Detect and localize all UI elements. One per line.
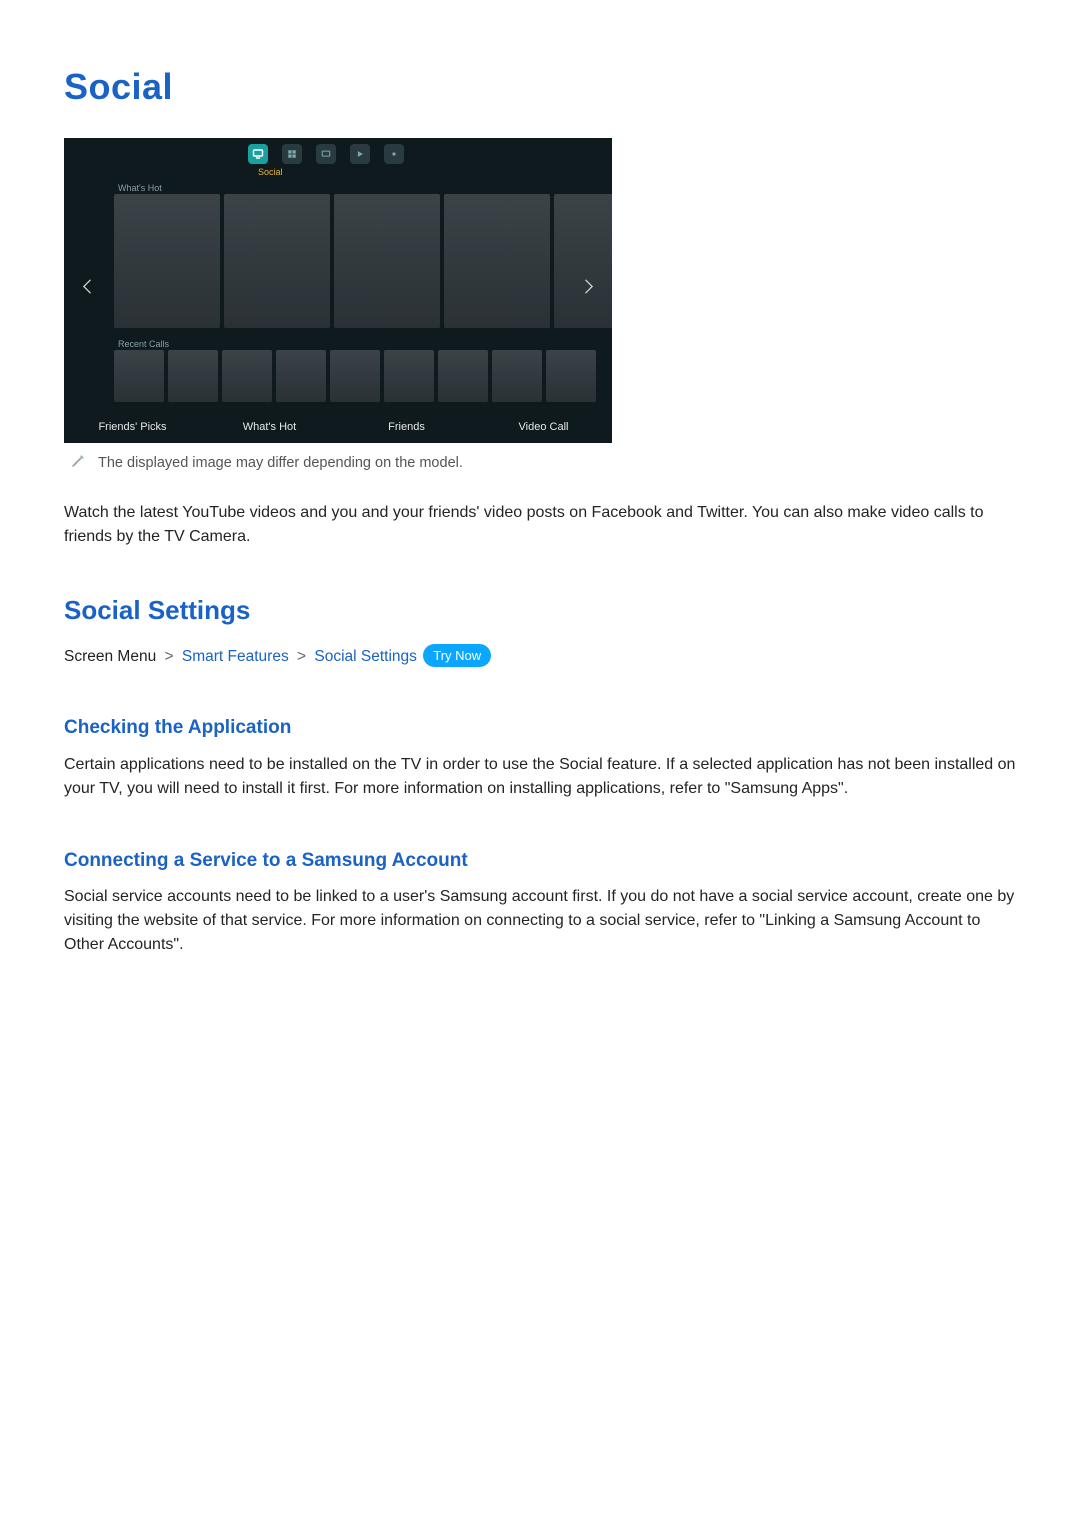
try-now-button[interactable]: Try Now: [423, 644, 491, 668]
tab-friends-picks: Friends' Picks: [64, 419, 201, 436]
chevron-left-icon: [78, 272, 98, 309]
tv-top-nav: [248, 144, 404, 164]
breadcrumb-social-settings[interactable]: Social Settings: [314, 648, 417, 665]
image-note-text: The displayed image may differ depending…: [98, 453, 463, 475]
chevron-right-icon: [578, 272, 598, 309]
image-note: The displayed image may differ depending…: [64, 443, 1016, 477]
checking-application-heading: Checking the Application: [64, 714, 1016, 743]
pencil-icon: [70, 453, 86, 477]
tab-friends: Friends: [338, 419, 475, 436]
breadcrumb-sep: >: [297, 648, 306, 665]
call-tile: [168, 350, 218, 402]
nav-gear-icon: [384, 144, 404, 164]
call-tile: [222, 350, 272, 402]
connecting-service-heading: Connecting a Service to a Samsung Accoun…: [64, 847, 1016, 876]
breadcrumb: Screen Menu > Smart Features > Social Se…: [64, 644, 1016, 668]
connecting-service-text: Social service accounts need to be linke…: [64, 885, 1016, 957]
call-tile: [330, 350, 380, 402]
page-title: Social: [64, 60, 1016, 114]
tab-video-call: Video Call: [475, 419, 612, 436]
tv-bottom-tabs: Friends' Picks What's Hot Friends Video …: [64, 419, 612, 436]
call-tile: [114, 350, 164, 402]
call-tile: [546, 350, 596, 402]
recent-calls-tiles: [114, 350, 596, 402]
tab-whats-hot: What's Hot: [201, 419, 338, 436]
whats-hot-tiles: [114, 194, 612, 328]
call-tile: [384, 350, 434, 402]
call-tile: [492, 350, 542, 402]
breadcrumb-root: Screen Menu: [64, 648, 156, 665]
call-tile: [438, 350, 488, 402]
nav-apps-icon: [282, 144, 302, 164]
breadcrumb-sep: >: [165, 648, 174, 665]
nav-social-icon: [248, 144, 268, 164]
content-tile: [114, 194, 220, 328]
social-settings-heading: Social Settings: [64, 591, 1016, 630]
intro-paragraph: Watch the latest YouTube videos and you …: [64, 501, 1016, 549]
checking-application-text: Certain applications need to be installe…: [64, 753, 1016, 801]
content-tile: [334, 194, 440, 328]
call-tile: [276, 350, 326, 402]
content-tile: [224, 194, 330, 328]
nav-play-icon: [350, 144, 370, 164]
breadcrumb-smart-features[interactable]: Smart Features: [182, 648, 289, 665]
tv-nav-active-label: Social: [258, 166, 283, 180]
nav-tv-icon: [316, 144, 336, 164]
tv-screenshot: Social What's Hot Recent Calls Friends' …: [64, 138, 612, 443]
content-tile: [444, 194, 550, 328]
